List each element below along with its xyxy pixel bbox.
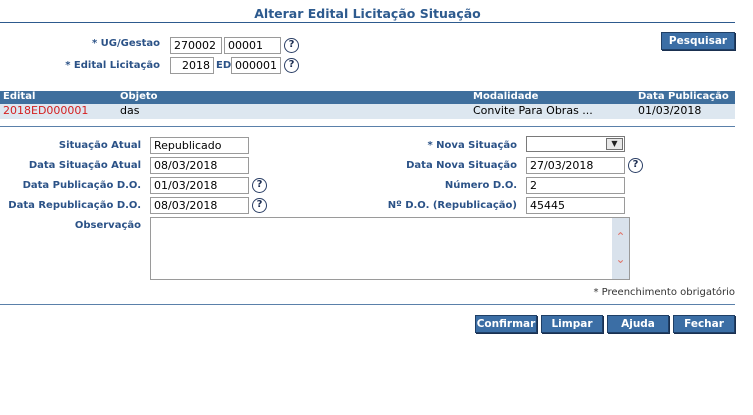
data-republicacao-field[interactable]: 08/03/2018 bbox=[150, 197, 249, 214]
data-situacao-atual-field: 08/03/2018 bbox=[150, 157, 249, 174]
situacao-atual-label: Situação Atual bbox=[58, 140, 141, 151]
column-edital[interactable]: Edital bbox=[3, 91, 35, 102]
data-republicacao-label: Data Republicação D.O. bbox=[8, 200, 141, 211]
situacao-atual-field: Republicado bbox=[150, 137, 249, 154]
data-situacao-atual-label: Data Situação Atual bbox=[28, 160, 141, 171]
footer-divider bbox=[0, 304, 735, 305]
row-data-publicacao: 01/03/2018 bbox=[638, 104, 702, 117]
row-objeto: das bbox=[120, 104, 140, 117]
edital-year-input[interactable]: 2018 bbox=[170, 57, 214, 74]
observacao-textarea[interactable] bbox=[150, 217, 630, 280]
search-button[interactable]: Pesquisar bbox=[661, 32, 735, 50]
observacao-label: Observação bbox=[74, 220, 141, 231]
column-modalidade[interactable]: Modalidade bbox=[473, 91, 538, 102]
scroll-down-icon[interactable]: ⌄ bbox=[612, 253, 629, 265]
table-row[interactable]: 2018ED000001 das Convite Para Obras ... … bbox=[0, 104, 735, 119]
data-nova-situacao-field[interactable]: 27/03/2018 bbox=[526, 157, 625, 174]
column-objeto[interactable]: Objeto bbox=[120, 91, 158, 102]
ug-gestao-label: * UG/Gestao bbox=[91, 38, 160, 49]
numero-do-field[interactable]: 2 bbox=[526, 177, 625, 194]
ug-help-icon[interactable]: ? bbox=[284, 38, 299, 53]
section-divider bbox=[0, 126, 735, 127]
edital-number-input[interactable]: 000001 bbox=[231, 57, 281, 74]
nova-situacao-select[interactable]: ▼ bbox=[526, 136, 625, 152]
data-publicacao-field[interactable]: 01/03/2018 bbox=[150, 177, 249, 194]
ed-label: ED bbox=[216, 60, 232, 71]
confirm-button[interactable]: Confirmar bbox=[475, 315, 537, 333]
numero-do-republicacao-label: Nº D.O. (Republicação) bbox=[387, 200, 517, 211]
grid-header: Edital Objeto Modalidade Data Publicação bbox=[0, 91, 735, 104]
data-publicacao-help-icon[interactable]: ? bbox=[252, 178, 267, 193]
data-nova-situacao-help-icon[interactable]: ? bbox=[628, 158, 643, 173]
data-republicacao-help-icon[interactable]: ? bbox=[252, 198, 267, 213]
close-button[interactable]: Fechar bbox=[673, 315, 735, 333]
observacao-scrollbar[interactable]: ⌃ ⌄ bbox=[612, 218, 629, 279]
row-edital[interactable]: 2018ED000001 bbox=[3, 104, 88, 117]
required-note: * Preenchimento obrigatório bbox=[593, 287, 735, 298]
ug-input[interactable]: 270002 bbox=[170, 37, 222, 54]
column-data-publicacao[interactable]: Data Publicação bbox=[638, 91, 729, 102]
edital-help-icon[interactable]: ? bbox=[284, 58, 299, 73]
clear-button[interactable]: Limpar bbox=[541, 315, 603, 333]
data-nova-situacao-label: Data Nova Situação bbox=[406, 160, 517, 171]
numero-do-republicacao-field[interactable]: 45445 bbox=[526, 197, 625, 214]
page-title: Alterar Edital Licitação Situação bbox=[254, 6, 481, 21]
data-publicacao-label: Data Publicação D.O. bbox=[22, 180, 141, 191]
nova-situacao-label: * Nova Situação bbox=[427, 140, 517, 151]
scroll-up-icon[interactable]: ⌃ bbox=[612, 231, 629, 243]
numero-do-label: Número D.O. bbox=[444, 180, 517, 191]
gestao-input[interactable]: 00001 bbox=[224, 37, 281, 54]
title-divider bbox=[0, 22, 735, 23]
help-button[interactable]: Ajuda bbox=[607, 315, 669, 333]
chevron-down-icon[interactable]: ▼ bbox=[606, 138, 623, 150]
edital-licitacao-label: * Edital Licitação bbox=[65, 60, 160, 71]
row-modalidade: Convite Para Obras ... bbox=[473, 104, 593, 117]
